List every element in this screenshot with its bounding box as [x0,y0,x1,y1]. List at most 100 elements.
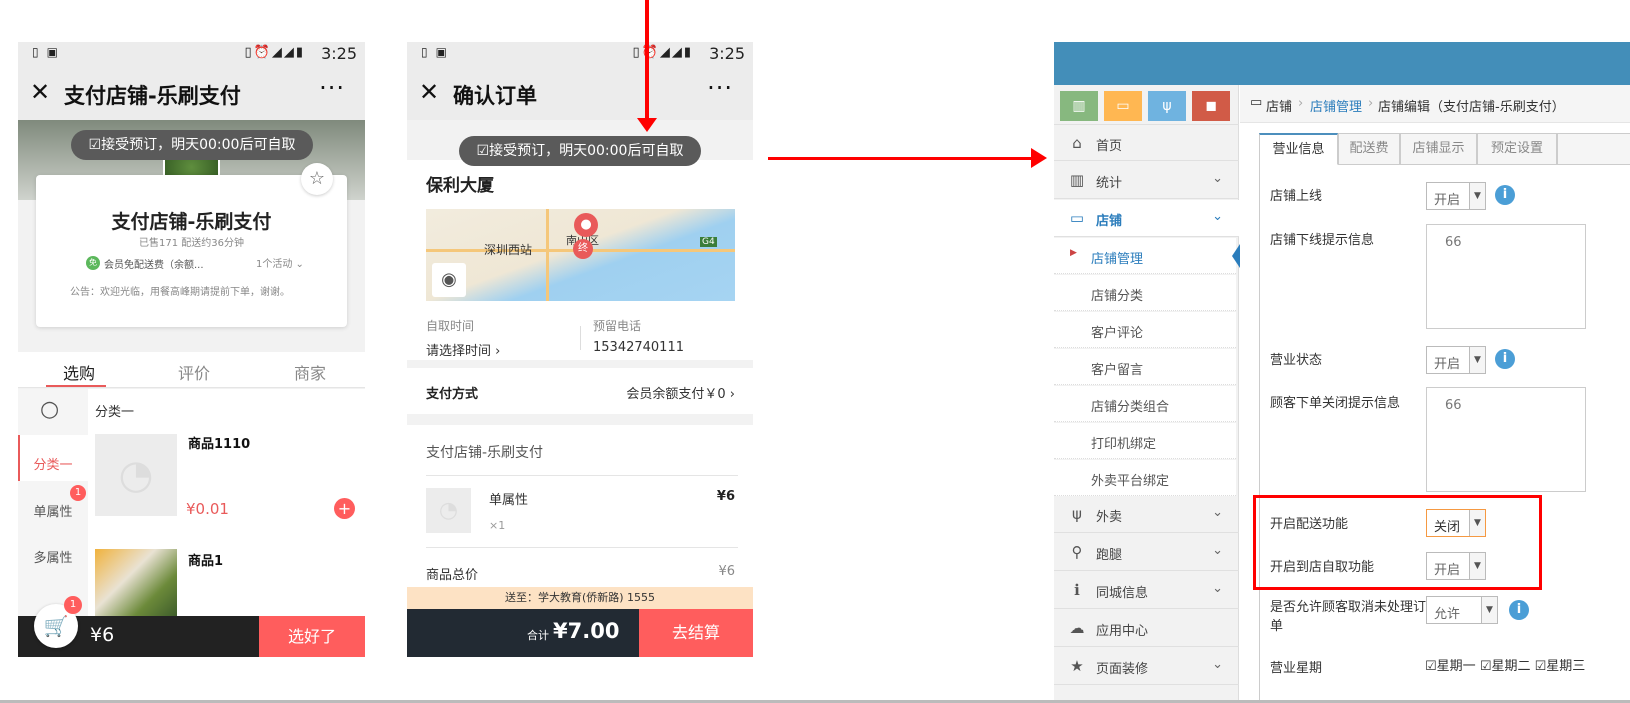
notice-pill: ☑接受预订，明天00:00后可自取 [459,136,701,166]
nav-shop[interactable]: ▭ 店铺 ⌄ [1054,200,1239,237]
nav-app-center[interactable]: ☁ 应用中心 [1054,610,1239,647]
breadcrumb-item[interactable]: 店铺管理 [1310,96,1362,115]
tab-active-underline [46,385,106,387]
product-image[interactable]: ◔ [95,434,177,516]
subnav-printer-binding[interactable]: 打印机绑定 [1054,423,1236,459]
delivery-address-bar: 送至：学大教育(侨新路) 1555 [407,587,753,609]
total-value: ¥7.00 [553,619,620,643]
tab-shop-display[interactable]: 店铺显示 [1400,133,1477,165]
order-closed-tip-textarea[interactable]: 66 [1426,387,1586,492]
promo-text: 会员免配送费（余额... [104,260,204,271]
pickup-time-label: 自取时间 [426,319,475,333]
home-icon: ⌂ [1072,134,1082,152]
tab-business-info[interactable]: 营业信息 [1259,133,1338,165]
tab-reviews[interactable]: 评价 [178,360,210,384]
subnav-category-group[interactable]: 店铺分类组合 [1054,386,1236,422]
section-title: 分类一 [95,405,135,420]
takeout-shortcut-button[interactable]: ψ [1148,91,1186,121]
nav-stats[interactable]: ▥ 统计 ⌄ [1054,162,1239,199]
admin-sidebar: ▥ ▭ ψ ◼ ⌂ 首页 ▥ 统计 ⌄ ▭ 店铺 ⌄ ▶ 店铺管理 店铺分类 客户评论 客… [1054,85,1240,703]
bag-icon: ◼ [1205,98,1217,114]
checkout-button[interactable]: 去结算 [639,609,753,657]
notification-icons: ▯▣ [32,45,66,59]
cutlery-icon: ψ [1072,505,1082,523]
phone-value[interactable]: 15342740111 [593,340,684,355]
breadcrumb-separator: › [1298,96,1304,111]
weekday-checkbox[interactable]: ☑星期一 [1425,659,1476,674]
subnav-customer-message[interactable]: 客户留言 [1054,349,1236,385]
announcement: 公告：欢迎光临，用餐高峰期请提前下单，谢谢。 [70,287,290,298]
nav-errand[interactable]: ⚲ 跑腿 ⌄ [1054,534,1239,571]
close-icon[interactable]: ✕ [419,78,439,106]
info-icon: ℹ [1074,581,1080,599]
promo-icon: 免 [86,256,100,270]
status-bar: ▯▣ ▯⏰◢◢▮ 3:25 [407,42,753,66]
chevron-down-icon: ▼ [1469,183,1485,209]
order-shortcut-button[interactable]: ◼ [1192,91,1230,121]
weekday-checkbox[interactable]: ☑星期三 [1535,659,1586,674]
promo-count[interactable]: 1个活动 ⌄ [256,255,304,270]
pickup-time-value[interactable]: 请选择时间 › [426,340,500,359]
map-view[interactable]: 深圳西站 南山区 G4 ● 终 ◉ [426,209,735,301]
shop-online-select[interactable]: 开启 ▼ [1426,182,1486,210]
cutlery-icon: ψ [1162,98,1172,114]
favorite-icon[interactable]: ☆ [301,163,333,195]
nav-city-info[interactable]: ℹ 同城信息 ⌄ [1054,572,1239,609]
tab-merchant[interactable]: 商家 [294,360,326,384]
subnav-shop-category[interactable]: 店铺分类 [1054,275,1236,311]
category-item[interactable]: 分类一 [18,454,88,473]
admin-panel: ▥ ▭ ψ ◼ ⌂ 首页 ▥ 统计 ⌄ ▭ 店铺 ⌄ ▶ 店铺管理 店铺分类 客户评论 客… [1054,42,1630,703]
tab-more[interactable] [1557,133,1630,165]
subnav-platform-binding[interactable]: 外卖平台绑定 [1054,460,1236,496]
offline-tip-textarea[interactable]: 66 [1426,224,1586,329]
category-sidebar: ○ 分类一 单属性 1 多属性 [18,389,88,619]
info-icon[interactable]: i [1495,185,1515,205]
tab-shopping[interactable]: 选购 [63,360,95,384]
info-icon[interactable]: i [1495,349,1515,369]
chevron-down-icon: ▼ [1469,347,1485,373]
locate-button[interactable]: ◉ [432,263,466,297]
phone-shop-screen: ▯▣ ▯⏰◢◢▮ 3:25 ✕ 支付店铺-乐刷支付 ··· ☑接受预订，明天00… [18,42,365,657]
weekday-checkbox[interactable]: ☑星期二 [1480,659,1531,674]
cancel-order-select[interactable]: 允许 ▼ [1426,596,1498,624]
annotation-arrow-right-head [1031,148,1047,168]
category-item[interactable]: 单属性 [18,501,88,520]
more-icon[interactable]: ··· [707,74,733,102]
cart-total: ¥6 [90,624,115,646]
address-card: 保利大厦 深圳西站 南山区 G4 ● 终 ◉ 自取时间 请选择时间 › 预留电话… [407,160,753,360]
product-name[interactable]: 商品1 [188,550,223,569]
close-icon[interactable]: ✕ [30,78,50,106]
payment-row[interactable]: 支付方式 会员余额支付￥0 › [407,368,753,414]
tab-delivery-fee[interactable]: 配送费 [1338,133,1400,165]
subnav-shop-manage[interactable]: ▶ 店铺管理 [1054,238,1240,274]
add-to-cart-button[interactable]: + [334,498,355,519]
highlight-box [1253,495,1542,590]
shop-online-label: 店铺上线 [1270,189,1323,204]
map-road [546,209,549,301]
product-name[interactable]: 商品1110 [188,433,250,452]
nav-page-design[interactable]: ★ 页面装修 ⌄ [1054,648,1239,685]
annotation-arrow-right [768,157,1033,160]
annotation-arrow-down-head [637,118,657,132]
user-pin-icon: ● [574,213,598,237]
phone-label: 预留电话 [593,319,642,333]
business-status-select[interactable]: 开启 ▼ [1426,346,1486,374]
more-icon[interactable]: ··· [319,74,345,102]
product-image[interactable] [95,549,177,619]
category-item[interactable]: 多属性 [18,547,88,566]
stats-shortcut-button[interactable]: ▥ [1060,91,1098,121]
checkout-button[interactable]: 选好了 [259,616,365,657]
breadcrumb-item[interactable]: 店铺 [1266,96,1292,115]
subnav-customer-review[interactable]: 客户评论 [1054,312,1236,348]
payment-value: 会员余额支付￥0 › [626,387,735,402]
active-marker-icon: ▶ [1070,248,1077,258]
divider [580,326,581,350]
shop-card: ☆ 支付店铺-乐刷支付 已售171 配送约36分钟 免 会员免配送费（余额...… [36,163,347,327]
tab-reservation[interactable]: 预定设置 [1477,133,1557,165]
search-icon[interactable]: ○ [40,397,59,422]
nav-takeout[interactable]: ψ 外卖 ⌄ [1054,496,1239,533]
nav-home[interactable]: ⌂ 首页 [1054,124,1239,161]
item-qty: ×1 [489,519,506,532]
info-icon[interactable]: i [1509,600,1529,620]
shop-shortcut-button[interactable]: ▭ [1104,91,1142,121]
